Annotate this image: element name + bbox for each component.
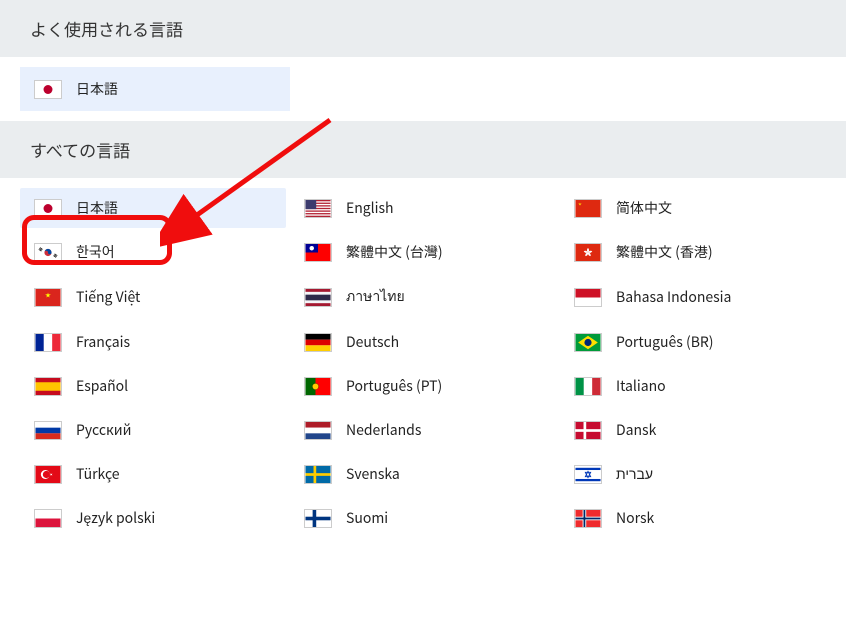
- flag-hk-icon: [574, 243, 602, 262]
- flag-se-icon: [304, 465, 332, 484]
- flag-es-icon: [34, 377, 62, 396]
- flag-tr-icon: [34, 465, 62, 484]
- language-label: Português (PT): [346, 376, 442, 396]
- language-label: Svenska: [346, 464, 400, 484]
- language-label: 繁體中文 (香港): [616, 242, 713, 262]
- flag-pl-icon: [34, 509, 62, 528]
- language-label: Tiếng Việt: [76, 287, 140, 307]
- language-label: Italiano: [616, 376, 666, 396]
- language-option-id[interactable]: Bahasa Indonesia: [560, 276, 826, 318]
- language-option-th[interactable]: ภาษาไทย: [290, 276, 556, 318]
- language-label: Suomi: [346, 508, 388, 528]
- language-option-ko[interactable]: 한국어: [20, 232, 286, 272]
- language-option-da[interactable]: Dansk: [560, 410, 826, 450]
- section-header-all: すべての言語: [0, 121, 846, 178]
- flag-cn-icon: [574, 199, 602, 218]
- flag-fi-icon: [304, 509, 332, 528]
- language-label: 한국어: [76, 242, 115, 262]
- language-option-zh-tw[interactable]: 繁體中文 (台灣): [290, 232, 556, 272]
- language-option-it[interactable]: Italiano: [560, 366, 826, 406]
- language-label: English: [346, 198, 394, 218]
- flag-ru-icon: [34, 421, 62, 440]
- language-option-pl[interactable]: Język polski: [20, 498, 286, 538]
- language-option-fr[interactable]: Français: [20, 322, 286, 362]
- language-option-sv[interactable]: Svenska: [290, 454, 556, 494]
- language-label: Português (BR): [616, 332, 714, 352]
- language-label: Bahasa Indonesia: [616, 287, 731, 307]
- flag-th-icon: [304, 288, 332, 307]
- flag-no-icon: [574, 509, 602, 528]
- language-option-vi[interactable]: Tiếng Việt: [20, 276, 286, 318]
- language-label: Nederlands: [346, 420, 421, 440]
- flag-kr-icon: [34, 243, 62, 262]
- language-option-ja[interactable]: 日本語: [20, 188, 286, 228]
- language-label: Norsk: [616, 508, 654, 528]
- language-label: ภาษาไทย: [346, 286, 405, 308]
- language-label: 日本語: [76, 79, 118, 99]
- flag-de-icon: [304, 333, 332, 352]
- header-text: すべての言語: [30, 137, 130, 162]
- language-label: Русский: [76, 420, 131, 440]
- language-label: עברית: [616, 464, 653, 484]
- all-languages-grid: 日本語 English 简体中文 한국어 繁體中文 (台灣) 繁體中文 (香港) Tiếng…: [0, 178, 846, 558]
- language-label: Deutsch: [346, 332, 399, 352]
- flag-vn-icon: [34, 288, 62, 307]
- language-label: 简体中文: [616, 198, 672, 218]
- language-label: Język polski: [76, 508, 155, 528]
- flag-us-icon: [304, 199, 332, 218]
- language-option-de[interactable]: Deutsch: [290, 322, 556, 362]
- flag-fr-icon: [34, 333, 62, 352]
- flag-nl-icon: [304, 421, 332, 440]
- flag-tw-icon: [304, 243, 332, 262]
- flag-il-icon: [574, 465, 602, 484]
- flag-id-icon: [574, 288, 602, 307]
- flag-jp-icon: [34, 199, 62, 218]
- language-label: 日本語: [76, 198, 118, 218]
- language-option-ja[interactable]: 日本語: [20, 67, 290, 111]
- header-text: よく使用される言語: [30, 16, 183, 41]
- language-label: 繁體中文 (台灣): [346, 242, 443, 262]
- language-option-he[interactable]: עברית: [560, 454, 826, 494]
- flag-br-icon: [574, 333, 602, 352]
- language-option-fi[interactable]: Suomi: [290, 498, 556, 538]
- language-label: Español: [76, 376, 128, 396]
- flag-jp-icon: [34, 80, 62, 99]
- flag-it-icon: [574, 377, 602, 396]
- section-header-frequent: よく使用される言語: [0, 0, 846, 57]
- language-option-pt[interactable]: Português (PT): [290, 366, 556, 406]
- frequent-languages-container: 日本語: [0, 57, 846, 121]
- language-option-ru[interactable]: Русский: [20, 410, 286, 450]
- language-option-es[interactable]: Español: [20, 366, 286, 406]
- language-option-zh-hk[interactable]: 繁體中文 (香港): [560, 232, 826, 272]
- language-label: Français: [76, 332, 130, 352]
- language-option-en[interactable]: English: [290, 188, 556, 228]
- language-label: Dansk: [616, 420, 656, 440]
- language-option-pt-br[interactable]: Português (BR): [560, 322, 826, 362]
- language-option-tr[interactable]: Türkçe: [20, 454, 286, 494]
- language-option-nl[interactable]: Nederlands: [290, 410, 556, 450]
- language-option-zh-cn[interactable]: 简体中文: [560, 188, 826, 228]
- flag-dk-icon: [574, 421, 602, 440]
- flag-pt-icon: [304, 377, 332, 396]
- language-option-no[interactable]: Norsk: [560, 498, 826, 538]
- language-label: Türkçe: [76, 464, 120, 484]
